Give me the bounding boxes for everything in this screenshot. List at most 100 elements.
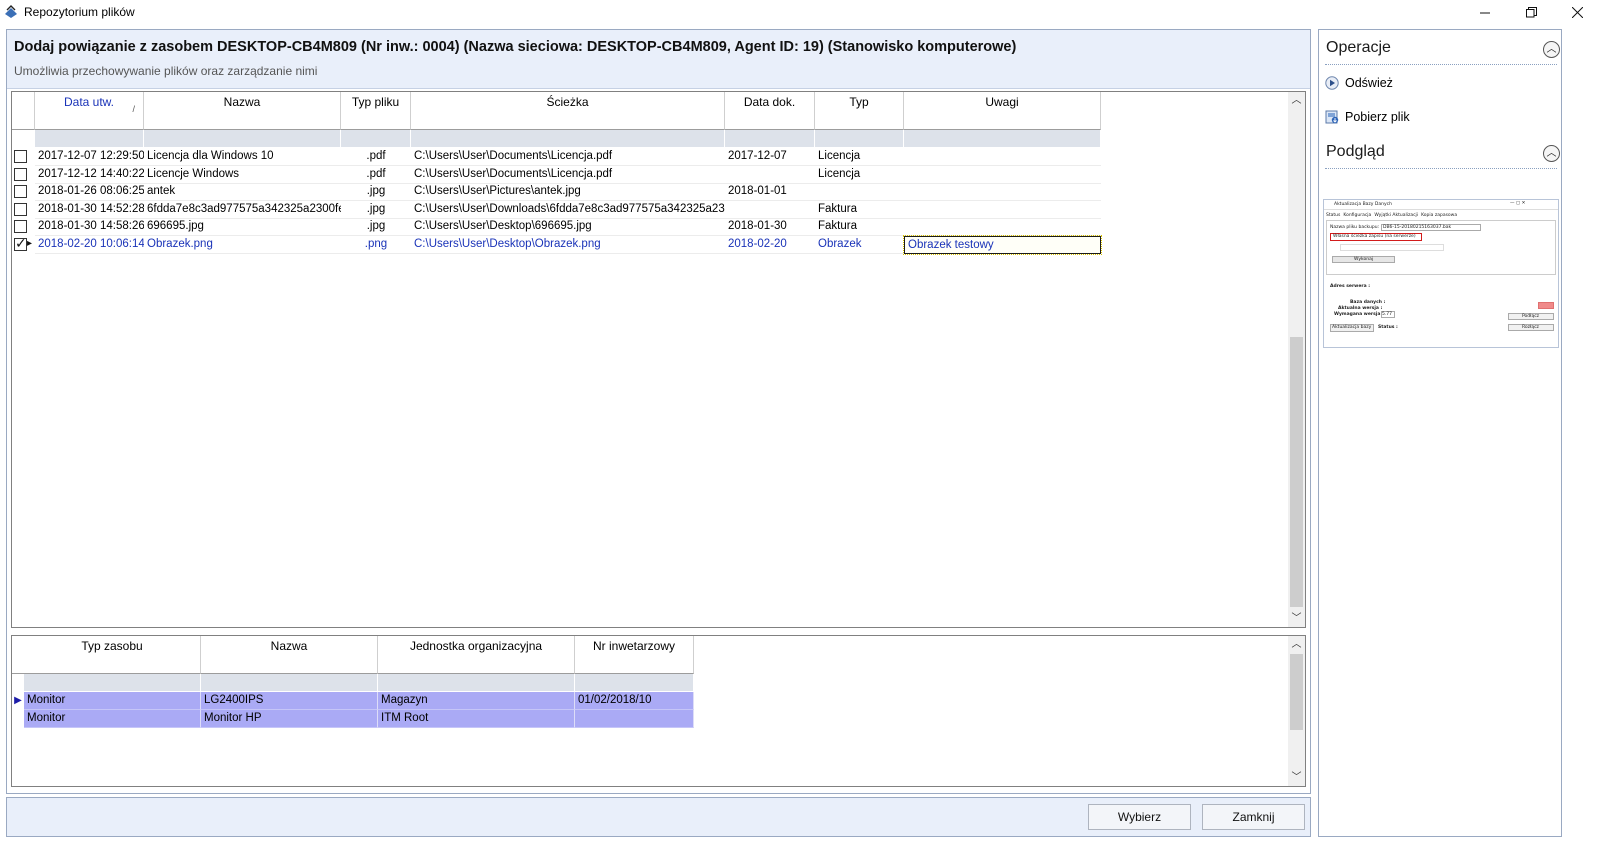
cell-file-type[interactable]: .pdf bbox=[341, 148, 411, 166]
collapse-operations-icon[interactable]: ︿ bbox=[1543, 41, 1560, 58]
filter-name[interactable] bbox=[144, 130, 341, 147]
file-row[interactable]: 2017-12-12 14:40:22 Licencje Windows .pdf C… bbox=[12, 166, 1101, 184]
cell-doc-date[interactable]: 2018-02-20 bbox=[725, 236, 815, 254]
cell-created[interactable]: 2018-01-26 08:06:25 bbox=[35, 183, 144, 202]
files-grid[interactable]: Data utw. / Nazwa Typ pliku Ścieżka Data… bbox=[11, 91, 1306, 628]
restore-icon[interactable] bbox=[1508, 0, 1554, 24]
cell-inventory-no[interactable]: 01/02/2018/10 bbox=[575, 692, 694, 710]
cell-notes[interactable] bbox=[904, 148, 1101, 166]
cell-name[interactable]: Licencje Windows bbox=[144, 166, 341, 184]
column-header-inventory-no[interactable]: Nr inwetarzowy bbox=[575, 636, 694, 674]
scroll-up-icon[interactable]: ︿ bbox=[1288, 92, 1305, 109]
scroll-thumb[interactable] bbox=[1290, 654, 1303, 730]
scroll-down-icon[interactable]: ﹀ bbox=[1288, 610, 1305, 627]
scroll-thumb[interactable] bbox=[1290, 337, 1303, 607]
cell-name[interactable]: antek bbox=[144, 183, 341, 202]
cell-doc-date[interactable] bbox=[725, 201, 815, 219]
row-checkbox[interactable] bbox=[14, 220, 27, 234]
cell-notes[interactable] bbox=[904, 201, 1101, 219]
file-row[interactable]: 2017-12-07 12:29:50 Licencja dla Windows … bbox=[12, 148, 1101, 166]
download-file-button[interactable]: Pobierz plik bbox=[1325, 107, 1410, 127]
select-button[interactable]: Wybierz bbox=[1088, 804, 1191, 830]
column-header-name[interactable]: Nazwa bbox=[144, 92, 341, 130]
cell-name[interactable]: 696695.jpg bbox=[144, 218, 341, 237]
assets-grid-scrollbar[interactable]: ︿ ﹀ bbox=[1288, 636, 1305, 786]
cell-type[interactable]: Licencja bbox=[815, 148, 904, 166]
cell-asset-type[interactable]: Monitor bbox=[24, 710, 201, 728]
cell-type[interactable]: Licencja bbox=[815, 166, 904, 184]
column-header-file-type[interactable]: Typ pliku bbox=[341, 92, 411, 130]
filter-notes[interactable] bbox=[904, 130, 1101, 147]
close-icon[interactable] bbox=[1554, 0, 1600, 24]
cell-org-unit[interactable]: ITM Root bbox=[378, 710, 575, 728]
column-header-asset-name[interactable]: Nazwa bbox=[201, 636, 378, 674]
cell-name[interactable]: Obrazek.png bbox=[144, 236, 341, 254]
cell-path[interactable]: C:\Users\User\Pictures\antek.jpg bbox=[411, 183, 725, 202]
cell-doc-date[interactable]: 2017-12-07 bbox=[725, 148, 815, 166]
filter-path[interactable] bbox=[411, 130, 725, 147]
cell-asset-type[interactable]: Monitor bbox=[24, 692, 201, 710]
cell-file-type[interactable]: .png bbox=[341, 236, 411, 254]
column-header-notes[interactable]: Uwagi bbox=[904, 92, 1101, 130]
files-grid-scrollbar[interactable]: ︿ ﹀ bbox=[1288, 92, 1305, 627]
scroll-down-icon[interactable]: ﹀ bbox=[1288, 769, 1305, 786]
refresh-button[interactable]: Odśwież bbox=[1325, 73, 1393, 93]
filter-created[interactable] bbox=[35, 130, 144, 147]
cell-asset-name[interactable]: Monitor HP bbox=[201, 710, 378, 728]
cell-notes[interactable] bbox=[904, 183, 1101, 202]
cell-path[interactable]: C:\Users\User\Documents\Licencja.pdf bbox=[411, 166, 725, 184]
file-row[interactable]: 2018-01-26 08:06:25 antek .jpg C:\Users\Use… bbox=[12, 183, 1101, 202]
assets-grid[interactable]: Typ zasobu Nazwa Jednostka organizacyjna… bbox=[11, 635, 1306, 787]
column-header-path[interactable]: Ścieżka bbox=[411, 92, 725, 130]
minimize-icon[interactable] bbox=[1462, 0, 1508, 24]
filter-inventory-no[interactable] bbox=[575, 674, 694, 691]
row-checkbox[interactable] bbox=[14, 235, 27, 252]
cell-created[interactable]: 2017-12-07 12:29:50 bbox=[35, 148, 144, 166]
cell-type[interactable]: Faktura bbox=[815, 218, 904, 237]
cell-file-type[interactable]: .jpg bbox=[341, 218, 411, 237]
scroll-up-icon[interactable]: ︿ bbox=[1288, 636, 1305, 653]
column-header-created[interactable]: Data utw. / bbox=[35, 92, 144, 130]
filter-asset-name[interactable] bbox=[201, 674, 378, 691]
cell-file-type[interactable]: .jpg bbox=[341, 201, 411, 219]
row-checkbox[interactable] bbox=[14, 185, 27, 199]
column-header-asset-type[interactable]: Typ zasobu bbox=[24, 636, 201, 674]
column-header-type[interactable]: Typ bbox=[815, 92, 904, 130]
asset-row[interactable]: Monitor Monitor HP ITM Root bbox=[12, 710, 694, 728]
cell-created[interactable]: 2017-12-12 14:40:22 bbox=[35, 166, 144, 184]
cell-inventory-no[interactable] bbox=[575, 710, 694, 728]
cell-file-type[interactable]: .pdf bbox=[341, 166, 411, 184]
cell-asset-name[interactable]: LG2400IPS bbox=[201, 692, 378, 710]
cell-notes[interactable] bbox=[904, 166, 1101, 184]
cell-type[interactable]: Faktura bbox=[815, 201, 904, 219]
filter-asset-type[interactable] bbox=[24, 674, 201, 691]
asset-row[interactable]: ▶ Monitor LG2400IPS Magazyn 01/02/2018/10 bbox=[12, 692, 694, 710]
cell-created[interactable]: 2018-01-30 14:58:26 bbox=[35, 218, 144, 237]
cell-created[interactable]: 2018-01-30 14:52:28 bbox=[35, 201, 144, 219]
cell-path[interactable]: C:\Users\User\Documents\Licencja.pdf bbox=[411, 148, 725, 166]
cell-name[interactable]: Licencja dla Windows 10 bbox=[144, 148, 341, 166]
filter-doc-date[interactable] bbox=[725, 130, 815, 147]
cell-notes[interactable] bbox=[904, 218, 1101, 237]
collapse-preview-icon[interactable]: ︿ bbox=[1543, 145, 1560, 162]
cell-path[interactable]: C:\Users\User\Desktop\696695.jpg bbox=[411, 218, 725, 237]
filter-org-unit[interactable] bbox=[378, 674, 575, 691]
row-checkbox[interactable] bbox=[14, 167, 27, 181]
close-button[interactable]: Zamknij bbox=[1202, 804, 1305, 830]
cell-type[interactable]: Obrazek bbox=[815, 236, 904, 254]
cell-file-type[interactable]: .jpg bbox=[341, 183, 411, 202]
file-row[interactable]: 2018-01-30 14:58:26 696695.jpg .jpg C:\User… bbox=[12, 218, 1101, 237]
cell-created[interactable]: 2018-02-20 10:06:14 bbox=[35, 236, 144, 254]
row-checkbox[interactable] bbox=[14, 150, 27, 163]
cell-notes[interactable]: Obrazek testowy bbox=[903, 235, 1102, 255]
file-row[interactable]: 2018-01-30 14:52:28 6fdda7e8c3ad977575a34… bbox=[12, 201, 1101, 219]
cell-type[interactable] bbox=[815, 183, 904, 202]
cell-path[interactable]: C:\Users\User\Desktop\Obrazek.png bbox=[411, 236, 725, 254]
cell-org-unit[interactable]: Magazyn bbox=[378, 692, 575, 710]
file-row[interactable]: ▸2018-02-20 10:06:14Obrazek.png.pngC:\Us… bbox=[12, 235, 1102, 255]
cell-doc-date[interactable] bbox=[725, 166, 815, 184]
filter-type[interactable] bbox=[815, 130, 904, 147]
cell-doc-date[interactable]: 2018-01-01 bbox=[725, 183, 815, 202]
row-checkbox[interactable] bbox=[14, 202, 27, 216]
filter-file-type[interactable] bbox=[341, 130, 411, 147]
